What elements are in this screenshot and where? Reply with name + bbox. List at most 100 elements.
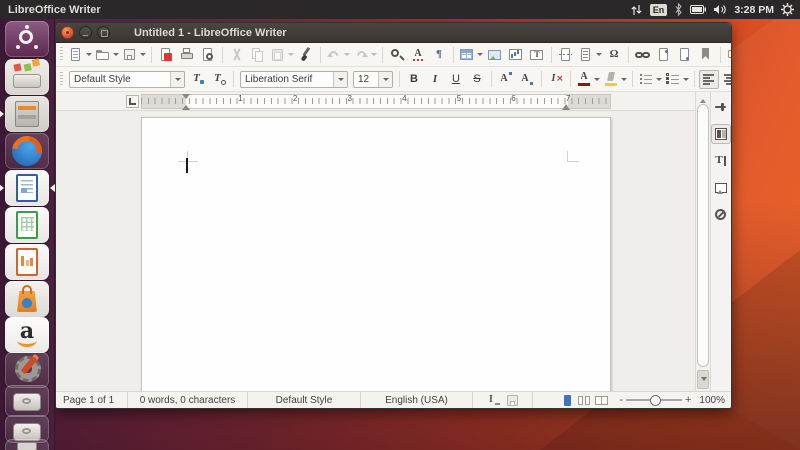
page-break-button[interactable] [556,45,576,64]
print-preview-button[interactable] [198,45,218,64]
launcher-libreoffice-writer[interactable] [0,170,55,206]
scrollbar-thumb[interactable] [697,104,709,367]
single-page-view-icon[interactable] [560,393,575,408]
paragraph-style-status[interactable]: Default Style [248,392,361,408]
tab-stop-selector[interactable] [126,95,139,108]
new-document-button[interactable] [67,45,93,64]
align-left-button[interactable] [699,69,719,89]
cut-button[interactable] [227,45,247,64]
session-gear-icon[interactable] [781,3,794,16]
new-style-button[interactable] [209,70,229,89]
zoom-out-button[interactable]: - [619,395,623,406]
zoom-slider-knob[interactable] [649,395,661,406]
sidebar-tab-styles[interactable] [711,151,731,171]
battery-icon[interactable] [690,5,707,14]
clear-formatting-button[interactable] [546,70,566,89]
update-style-button[interactable] [188,70,208,89]
language-status[interactable]: English (USA) [361,392,473,408]
zoom-slider[interactable]: - + [613,395,697,406]
numbering-button[interactable] [664,70,690,89]
endnote-button[interactable] [675,45,695,64]
highlight-color-button[interactable] [602,70,628,89]
sidebar-tab-gallery[interactable] [711,178,731,198]
launcher-amazon[interactable] [5,317,49,353]
insert-image-button[interactable] [485,45,505,64]
dropdown-arrow-icon[interactable] [170,71,184,87]
dropdown-arrow-icon[interactable] [333,71,347,87]
multi-page-view-icon[interactable] [577,393,592,408]
maximize-button[interactable] [97,26,110,39]
find-replace-button[interactable] [387,45,407,64]
special-character-button[interactable] [604,45,624,64]
font-name-combo[interactable]: Liberation Serif [240,70,348,88]
comment-button[interactable] [725,45,731,64]
dropdown-arrow-icon[interactable] [378,71,392,87]
bullets-button[interactable] [637,70,663,89]
paste-button[interactable] [269,45,295,64]
clock[interactable]: 3:28 PM [734,4,774,16]
sidebar-tab-sidebar-settings[interactable] [711,97,731,117]
open-button[interactable] [94,45,120,64]
vertical-scrollbar[interactable] [695,92,710,391]
document-page[interactable] [141,117,611,391]
page-count-status[interactable]: Page 1 of 1 [56,392,128,408]
window-titlebar[interactable]: Untitled 1 - LibreOffice Writer [56,23,731,43]
left-indent-marker[interactable] [182,101,190,110]
horizontal-ruler[interactable]: 1 2 3 4 5 6 7 [56,92,695,111]
bookmark-button[interactable] [696,45,716,64]
subscript-button[interactable] [517,70,537,89]
scrollbar-down-button[interactable] [697,370,709,389]
close-button[interactable] [61,26,74,39]
document-canvas[interactable] [56,111,695,391]
italic-button[interactable]: I [425,70,445,89]
formatting-marks-button[interactable] [429,45,449,64]
launcher-libreoffice-calc[interactable] [5,207,49,243]
superscript-button[interactable] [496,70,516,89]
zoom-in-button[interactable]: + [685,395,691,406]
bold-button[interactable]: B [404,70,424,89]
volume-icon[interactable] [713,4,727,15]
launcher-software-center[interactable] [5,281,49,317]
launcher-ubuntu-dash[interactable] [5,21,49,57]
launcher-files[interactable] [0,96,49,132]
sidebar-tab-navigator[interactable] [711,205,731,225]
keyboard-layout-indicator[interactable]: En [649,3,668,16]
font-size-combo[interactable]: 12 [353,70,393,88]
print-button[interactable] [177,45,197,64]
footnote-button[interactable] [654,45,674,64]
launcher-examples[interactable] [5,59,49,95]
undo-button[interactable] [325,45,351,64]
copy-button[interactable] [248,45,268,64]
launcher-firefox[interactable] [5,133,49,169]
toolbar-drag-handle[interactable] [60,47,63,62]
insert-field-button[interactable] [577,45,603,64]
insert-mode-icon[interactable] [486,393,501,408]
launcher-system-settings[interactable] [5,352,49,388]
underline-button[interactable]: U [446,70,466,89]
insert-table-button[interactable] [458,45,484,64]
redo-button[interactable] [352,45,378,64]
launcher-libreoffice-impress[interactable] [5,244,49,280]
export-pdf-button[interactable] [156,45,176,64]
align-center-button[interactable] [720,70,731,89]
launcher-disk-1[interactable] [5,385,49,417]
bluetooth-icon[interactable] [674,3,683,16]
toolbar-drag-handle[interactable] [60,71,63,87]
sidebar-tab-properties[interactable] [711,124,731,144]
save-button[interactable] [121,45,147,64]
document-modified-icon[interactable] [505,393,520,408]
insert-chart-button[interactable] [506,45,526,64]
paragraph-style-combo[interactable]: Default Style [69,70,185,88]
strikethrough-button[interactable]: S [467,70,487,89]
word-count-status[interactable]: 0 words, 0 characters [128,392,248,408]
insert-textbox-button[interactable] [527,45,547,64]
network-transfer-icon[interactable] [630,4,643,16]
zoom-level[interactable]: 100% [699,395,725,406]
clone-formatting-button[interactable] [296,45,316,64]
hyperlink-button[interactable] [633,45,653,64]
spelling-button[interactable] [408,45,428,64]
minimize-button[interactable] [79,26,92,39]
font-color-button[interactable] [575,70,601,89]
zoom-slider-track[interactable] [625,395,682,406]
book-view-icon[interactable] [594,393,609,408]
